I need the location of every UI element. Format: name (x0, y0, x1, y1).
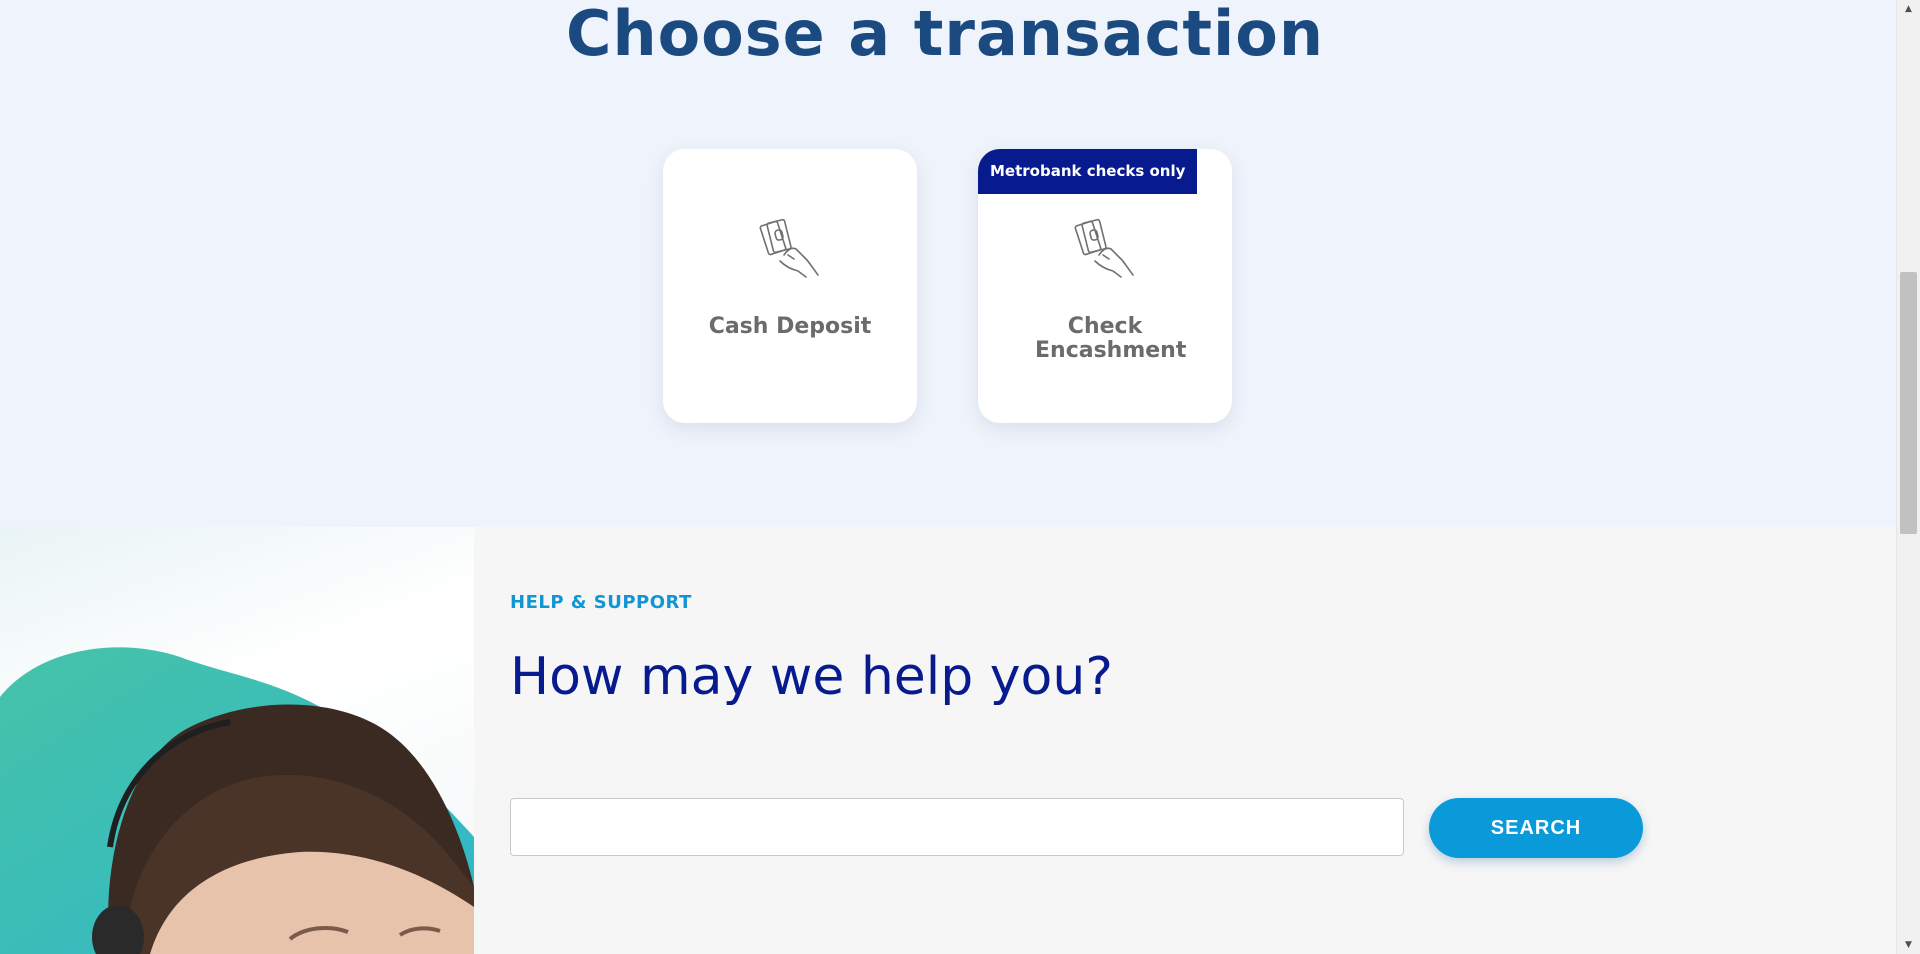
scroll-thumb[interactable] (1900, 272, 1917, 534)
page-scrollbar[interactable]: ▲ ▼ (1896, 0, 1920, 954)
card-label: Cash Deposit (708, 314, 872, 339)
scroll-up-arrow-icon[interactable]: ▲ (1897, 0, 1920, 18)
support-agent-photo (0, 527, 474, 954)
metrobank-checks-only-badge: Metrobank checks only (978, 149, 1198, 194)
scroll-down-arrow-icon[interactable]: ▼ (1897, 936, 1920, 954)
cash-in-hand-icon (759, 218, 819, 278)
support-agent-illustration (0, 647, 474, 954)
page-title: Choose a transaction (565, 0, 1325, 70)
check-encashment-card[interactable]: Metrobank checks only Check Encashment (978, 149, 1232, 423)
search-button[interactable]: SEARCH (1429, 798, 1643, 858)
help-eyebrow: HELP & SUPPORT (510, 592, 692, 613)
help-heading: How may we help you? (510, 647, 1113, 707)
cash-in-hand-icon (1074, 218, 1134, 278)
help-search-input[interactable] (510, 798, 1404, 856)
cash-deposit-card[interactable]: Cash Deposit (663, 149, 917, 423)
card-label: Check Encashment (1035, 314, 1187, 363)
help-support-section: HELP & SUPPORT How may we help you? SEAR… (0, 527, 1896, 954)
transaction-section: Choose a transaction Cash Deposit Metrob… (0, 0, 1896, 527)
